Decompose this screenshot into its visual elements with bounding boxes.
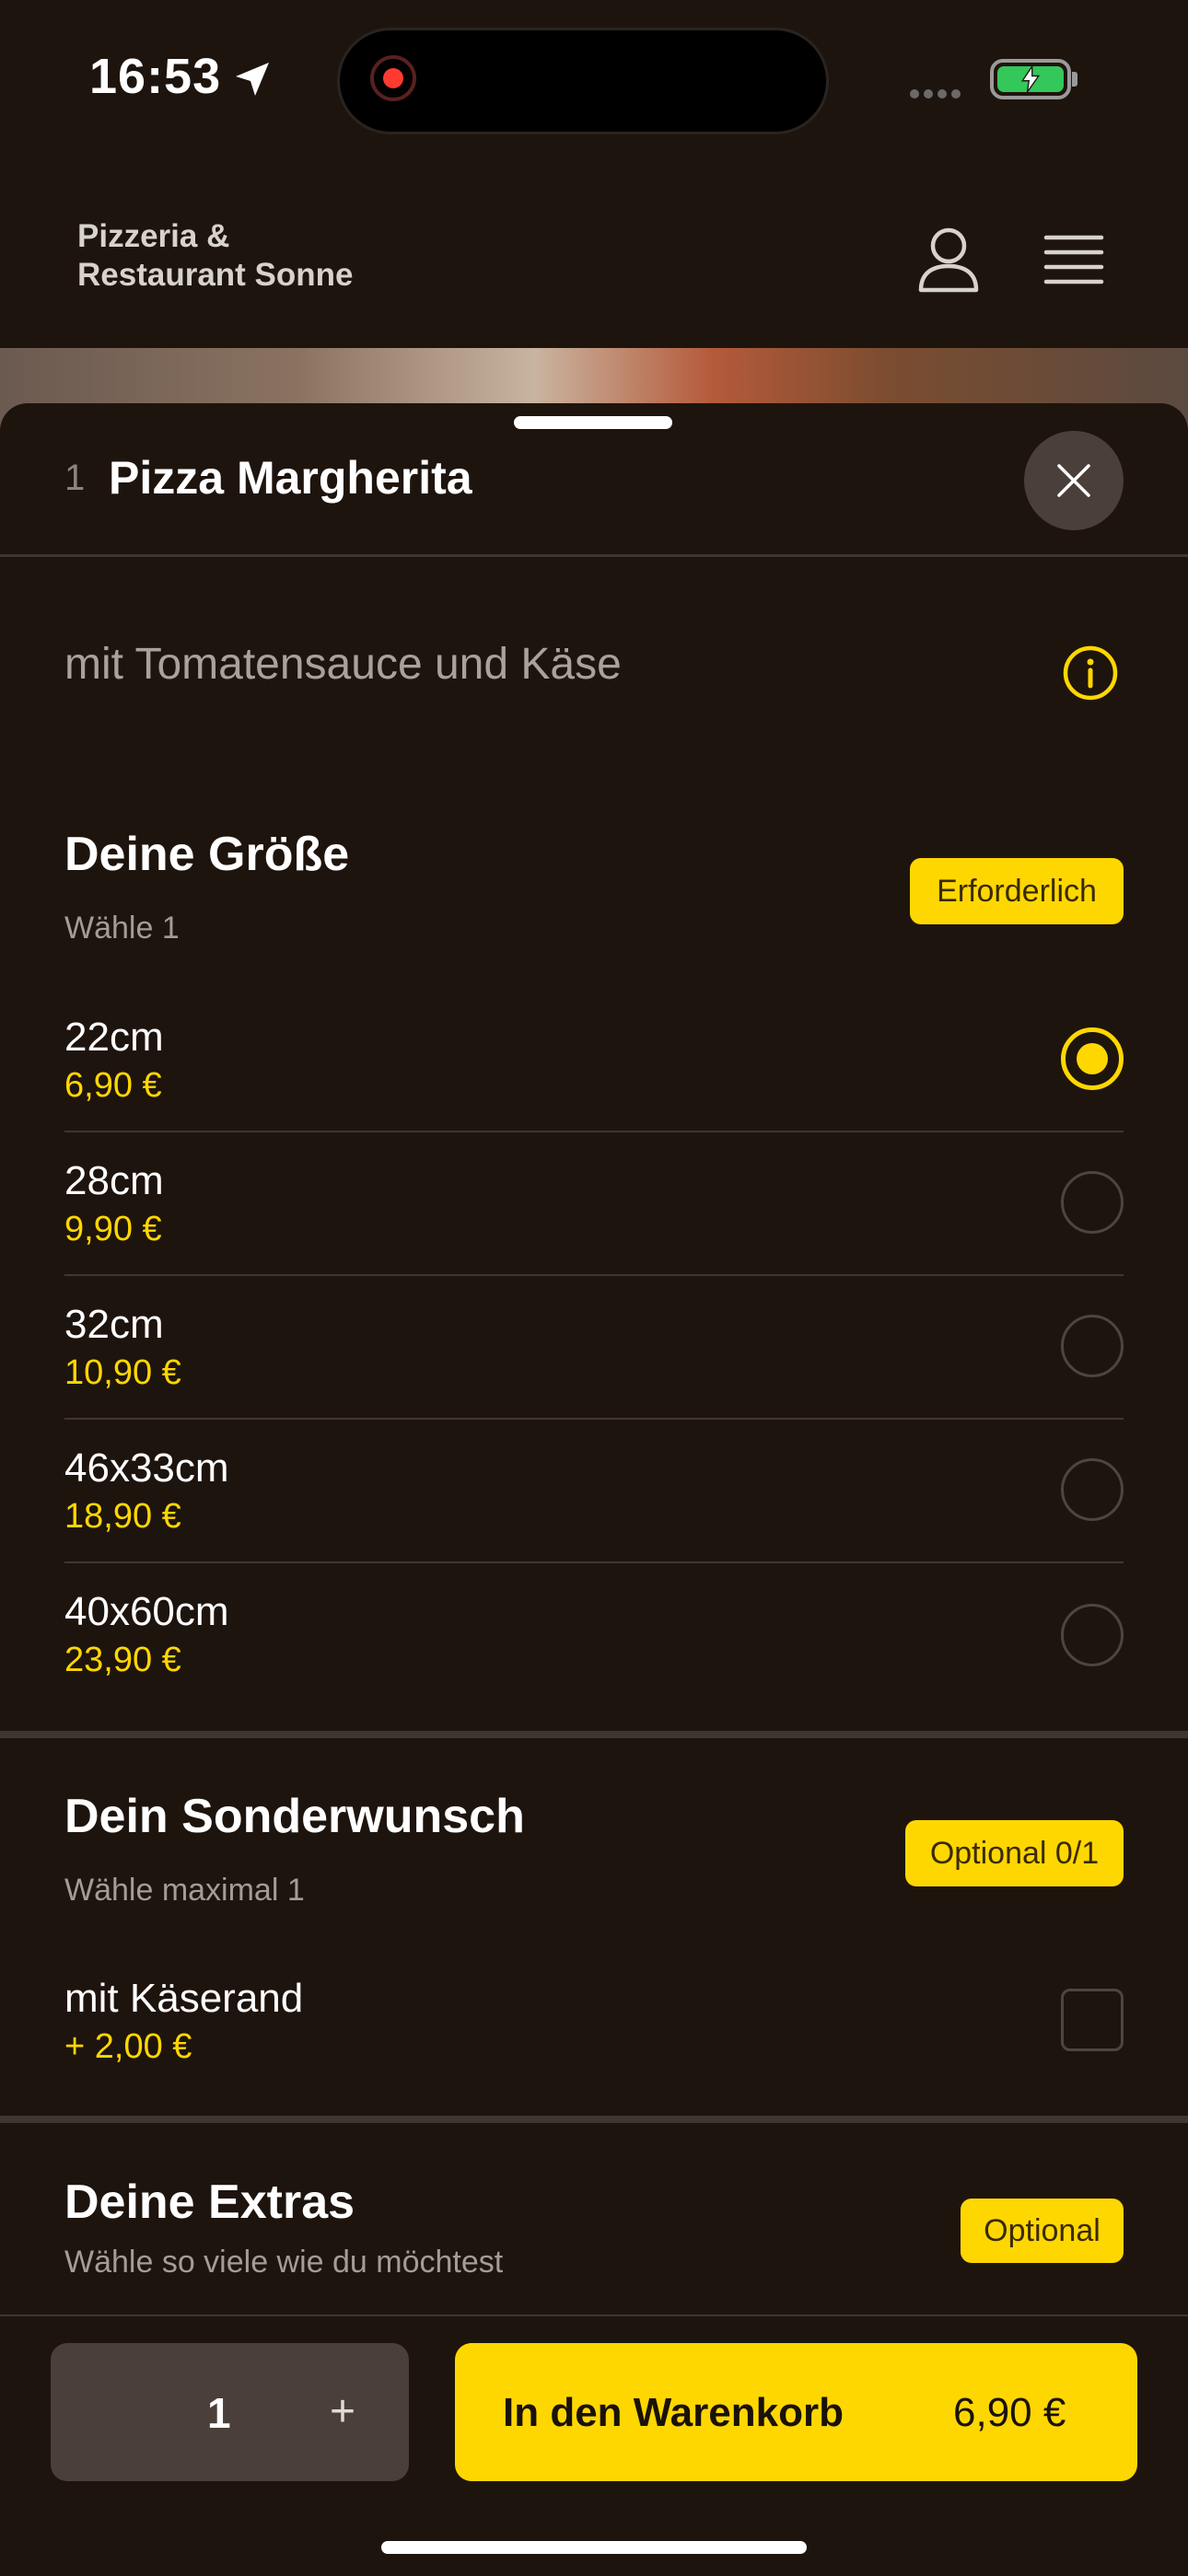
size-option-price: 23,90 €	[64, 1641, 181, 1679]
required-badge: Erforderlich	[910, 858, 1124, 924]
row-divider	[64, 1131, 1124, 1132]
sheet-grabber[interactable]	[514, 416, 672, 429]
signal-icon	[910, 87, 965, 99]
location-arrow-icon	[236, 63, 269, 96]
size-radio[interactable]	[1061, 1315, 1124, 1377]
extras-section-subtitle: Wähle so viele wie du möchtest	[64, 2245, 504, 2280]
special-section-title: Dein Sonderwunsch	[64, 1790, 525, 1843]
brand-line-1: Pizzeria &	[77, 218, 230, 254]
size-section-subtitle: Wähle 1	[64, 911, 180, 946]
size-option-label: 22cm	[64, 1015, 164, 1060]
size-radio[interactable]	[1061, 1604, 1124, 1666]
size-radio-selected[interactable]	[1061, 1027, 1124, 1090]
special-checkbox[interactable]	[1061, 1989, 1124, 2051]
size-option-price: 6,90 €	[64, 1066, 162, 1105]
special-section-subtitle: Wähle maximal 1	[64, 1873, 305, 1908]
restaurant-brand[interactable]: Pizzeria & Restaurant Sonne	[77, 217, 354, 295]
optional-badge: Optional	[961, 2199, 1124, 2263]
size-option-label: 40x60cm	[64, 1589, 229, 1634]
battery-tip	[1072, 72, 1077, 87]
size-radio[interactable]	[1061, 1171, 1124, 1234]
add-to-cart-price: 6,90 €	[953, 2390, 1066, 2435]
close-button[interactable]	[1024, 431, 1124, 530]
menu-icon[interactable]	[1043, 234, 1104, 285]
add-to-cart-label: In den Warenkorb	[503, 2390, 844, 2435]
optional-count-badge: Optional 0/1	[905, 1820, 1124, 1886]
special-option-price: + 2,00 €	[64, 2027, 192, 2066]
user-icon[interactable]	[916, 226, 981, 294]
close-icon	[1057, 464, 1090, 497]
product-description: mit Tomatensauce und Käse	[64, 640, 622, 689]
battery-charging-icon	[990, 59, 1071, 99]
record-icon	[370, 55, 416, 101]
section-divider	[0, 2116, 1188, 2123]
size-option-label: 28cm	[64, 1158, 164, 1203]
size-option-label: 46x33cm	[64, 1445, 229, 1491]
size-option-price: 9,90 €	[64, 1210, 162, 1248]
header-divider	[0, 554, 1188, 557]
quantity-value: 1	[207, 2389, 231, 2437]
info-icon[interactable]	[1062, 644, 1119, 702]
plus-icon[interactable]: +	[330, 2386, 355, 2437]
section-divider	[0, 1731, 1188, 1738]
product-quantity-prefix: 1	[64, 458, 86, 498]
extras-section-title: Deine Extras	[64, 2176, 355, 2229]
brand-line-2: Restaurant Sonne	[77, 257, 354, 293]
home-indicator[interactable]	[381, 2541, 807, 2554]
row-divider	[64, 1418, 1124, 1420]
size-option-label: 32cm	[64, 1302, 164, 1347]
product-title: Pizza Margherita	[109, 452, 472, 504]
row-divider	[64, 1274, 1124, 1276]
row-divider	[64, 1561, 1124, 1563]
size-radio[interactable]	[1061, 1458, 1124, 1521]
status-time: 16:53	[89, 49, 222, 104]
special-option-label: mit Käserand	[64, 1976, 304, 2021]
size-option-price: 18,90 €	[64, 1497, 181, 1536]
size-section-title: Deine Größe	[64, 828, 350, 881]
size-option-price: 10,90 €	[64, 1353, 181, 1392]
